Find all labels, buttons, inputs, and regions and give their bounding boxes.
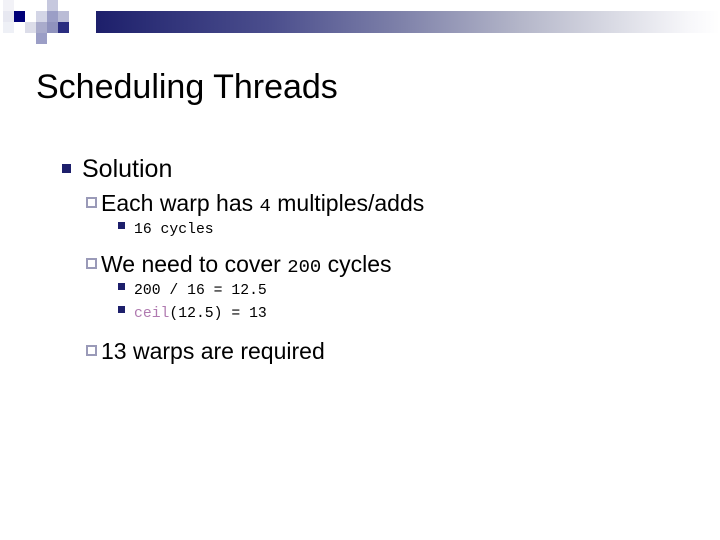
filled-square-bullet-icon: [118, 306, 125, 313]
decorative-square: [58, 22, 69, 33]
text-run: ceil: [134, 306, 170, 322]
text-run: multiples/adds: [270, 190, 425, 216]
decorative-square: [47, 22, 58, 33]
page-title: Scheduling Threads: [36, 68, 338, 106]
bullet-item-division: 200 / 16 = 12.5: [0, 280, 720, 300]
decorative-square: [47, 11, 58, 22]
bullet-item-each-warp: Each warp has 4 multiples/adds: [0, 190, 720, 217]
bullet-item-warps-required: 13 warps are required: [0, 338, 720, 365]
decorative-square: [3, 0, 14, 11]
bullet-label-solution: Solution: [82, 155, 173, 183]
filled-square-bullet-icon: [118, 283, 125, 290]
decorative-square: [14, 33, 25, 44]
text-run: 13 warps are required: [101, 338, 325, 364]
bullet-label-16-cycles: 16 cycles: [134, 219, 214, 239]
slide-header-decoration: [0, 0, 720, 46]
decorative-square: [25, 22, 36, 33]
decorative-square: [47, 33, 58, 44]
text-run: 4: [259, 195, 271, 217]
decorative-square: [25, 33, 36, 44]
bullet-item-16-cycles: 16 cycles: [0, 219, 720, 239]
hollow-square-bullet-icon: [86, 197, 97, 208]
text-run: (12.5) = 13: [169, 306, 267, 322]
bullet-label-each-warp: Each warp has 4 multiples/adds: [101, 190, 424, 217]
text-run: Each warp has: [101, 190, 260, 216]
bullet-item-we-need-to-cover: We need to cover 200 cycles: [0, 251, 720, 278]
decorative-square: [58, 33, 69, 44]
hollow-square-bullet-icon: [86, 258, 97, 269]
filled-square-bullet-icon: [62, 164, 71, 173]
decorative-square: [25, 11, 36, 22]
decorative-square: [36, 11, 47, 22]
decorative-square: [58, 0, 69, 11]
text-run: 16 cycles: [134, 222, 214, 238]
decorative-square: [36, 0, 47, 11]
decorative-square: [14, 11, 25, 22]
decorative-square: [3, 11, 14, 22]
filled-square-bullet-icon: [118, 222, 125, 229]
text-run: 200 / 16 = 12.5: [134, 283, 267, 299]
text-run: We need to cover: [101, 251, 288, 277]
bullet-label-warps-required: 13 warps are required: [101, 338, 325, 365]
bullet-label-we-need-to-cover: We need to cover 200 cycles: [101, 251, 392, 278]
decorative-square: [14, 22, 25, 33]
bullet-label-division: 200 / 16 = 12.5: [134, 280, 267, 300]
slide-body: Solution Each warp has 4 multiples/adds …: [0, 155, 720, 367]
text-run: 200: [287, 256, 322, 278]
decorative-square: [58, 11, 69, 22]
decorative-square: [25, 0, 36, 11]
bullet-item-solution: Solution: [0, 155, 720, 184]
decorative-square: [36, 22, 47, 33]
decorative-square: [47, 0, 58, 11]
bullet-label-ceil: ceil(12.5) = 13: [134, 303, 267, 323]
decorative-square: [14, 0, 25, 11]
decorative-square: [36, 33, 47, 44]
header-gradient-bar: [96, 11, 720, 33]
hollow-square-bullet-icon: [86, 345, 97, 356]
text-run: cycles: [321, 251, 392, 277]
decorative-square: [3, 22, 14, 33]
bullet-item-ceil: ceil(12.5) = 13: [0, 303, 720, 323]
